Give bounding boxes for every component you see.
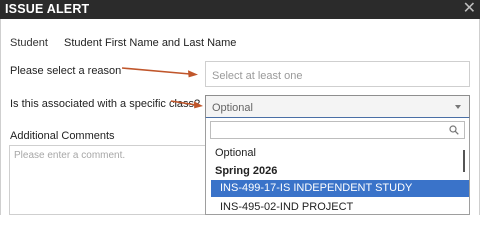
left-border	[0, 19, 1, 215]
dialog-header: ISSUE ALERT ✕	[0, 0, 480, 19]
close-icon[interactable]: ✕	[463, 0, 476, 18]
student-row: Student Student First Name and Last Name	[10, 37, 236, 49]
dropdown-option-optional[interactable]: Optional	[206, 145, 464, 161]
dialog-title: ISSUE ALERT	[5, 2, 90, 16]
dropdown-option-highlighted[interactable]: INS-499-17-IS INDEPENDENT STUDY	[211, 180, 469, 197]
dropdown-scrollbar[interactable]	[463, 150, 465, 172]
reason-select[interactable]: Select at least one	[205, 61, 470, 87]
class-select[interactable]: Optional	[205, 95, 470, 119]
dropdown-group-header: Spring 2026	[215, 165, 278, 177]
comments-textarea[interactable]: Please enter a comment.	[9, 145, 209, 215]
comments-label: Additional Comments	[10, 130, 115, 142]
search-icon	[449, 125, 459, 135]
dropdown-search-input[interactable]	[210, 121, 465, 139]
reason-label: Please select a reason	[10, 65, 122, 77]
annotation-arrow-reason	[121, 67, 198, 78]
annotation-arrow-class	[170, 100, 203, 109]
class-dropdown-list: Optional Spring 2026 INS-499-17-IS INDEP…	[205, 118, 470, 215]
dropdown-option[interactable]: INS-495-02-IND PROJECT	[206, 200, 464, 215]
class-select-value: Optional	[212, 102, 253, 114]
chevron-down-icon[interactable]	[455, 105, 461, 109]
student-label: Student	[10, 37, 48, 49]
comments-placeholder: Please enter a comment.	[14, 150, 126, 161]
student-name: Student First Name and Last Name	[64, 37, 237, 49]
reason-placeholder: Select at least one	[212, 70, 303, 82]
